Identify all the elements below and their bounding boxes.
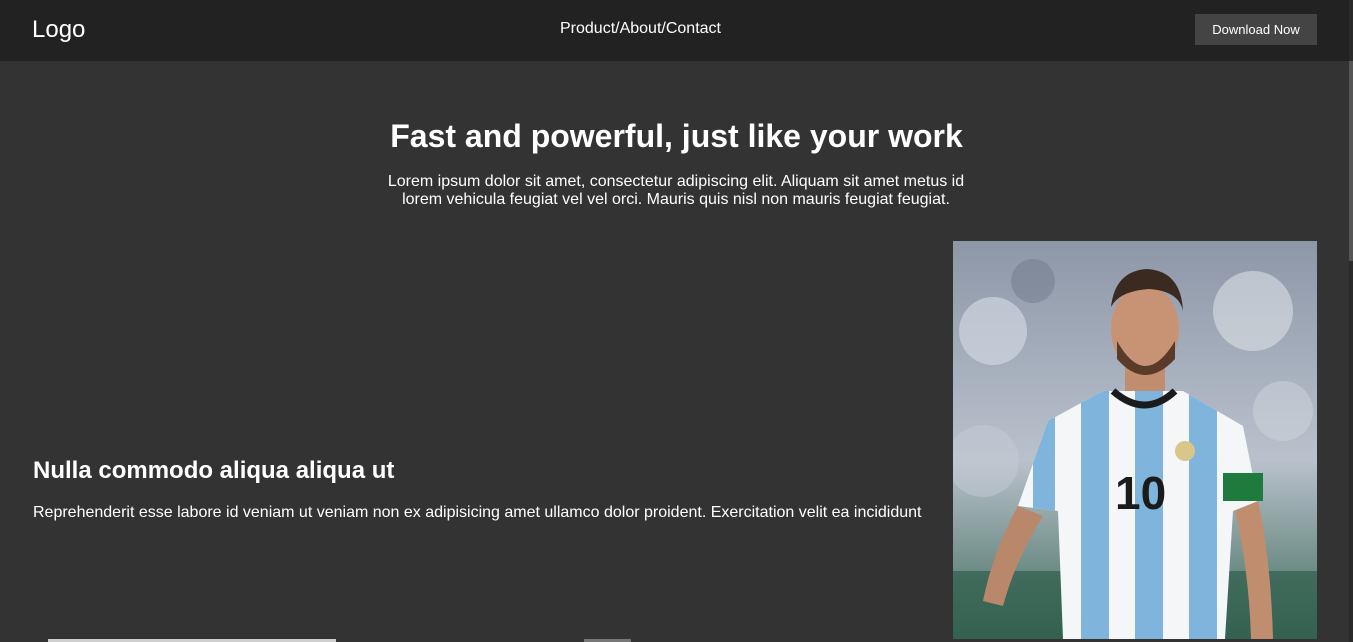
navbar: Logo Product/About/Contact Download Now [0, 0, 1353, 61]
nav-links[interactable]: Product/About/Contact [560, 20, 721, 38]
jersey-number: 10 [1115, 467, 1166, 519]
logo[interactable]: Logo [32, 16, 85, 44]
player-photo: 10 [953, 241, 1317, 639]
feature-text: Reprehenderit esse labore id veniam ut v… [33, 504, 922, 521]
hero-subtitle: Lorem ipsum dolor sit amet, consectetur … [387, 173, 965, 208]
player-illustration: 10 [953, 241, 1317, 639]
feature-title: Nulla commodo aliqua aliqua ut [33, 457, 395, 484]
vertical-scroll-thumb[interactable] [1349, 61, 1353, 261]
download-now-button[interactable]: Download Now [1195, 14, 1317, 45]
hero-title: Fast and powerful, just like your work [390, 118, 963, 154]
